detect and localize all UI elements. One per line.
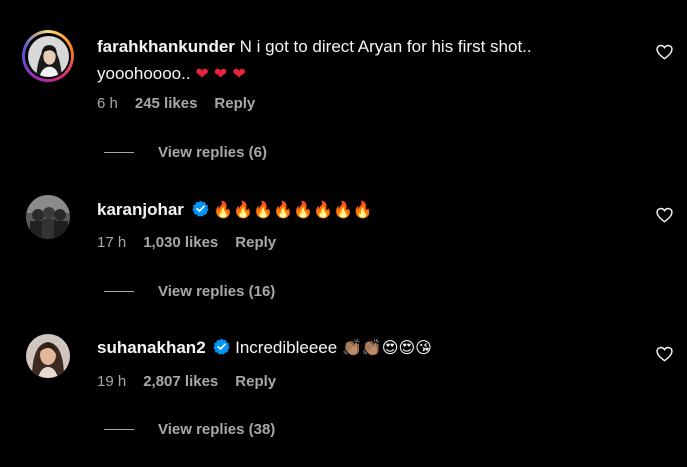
likes-count[interactable]: 245 likes <box>135 95 198 112</box>
verified-badge-icon <box>192 200 209 217</box>
avatar[interactable] <box>26 195 70 239</box>
username[interactable]: farahkhankunder <box>97 37 235 56</box>
likes-count[interactable]: 1,030 likes <box>143 234 218 251</box>
heart-outline-icon[interactable] <box>656 207 673 223</box>
username[interactable]: karanjohar <box>97 200 184 219</box>
reply-button[interactable]: Reply <box>235 234 276 251</box>
fire-emoji: 🔥🔥🔥🔥🔥🔥🔥🔥 <box>213 200 373 219</box>
replies-divider-line <box>104 152 134 153</box>
comment-meta: 17 h 1,030 likes Reply <box>97 234 276 251</box>
comment-body: Incredibleeee <box>235 338 338 357</box>
replies-divider-line <box>104 291 134 292</box>
replies-divider-line <box>104 429 134 430</box>
profile-photo-icon <box>26 195 70 239</box>
likes-count[interactable]: 2,807 likes <box>143 373 218 390</box>
reply-button[interactable]: Reply <box>214 95 255 112</box>
view-replies-label[interactable]: View replies (16) <box>158 283 275 300</box>
avatar[interactable] <box>22 30 74 82</box>
comment-text: suhanakhan2 Incredibleeee 👏🏽👏🏽😍😍😘 <box>97 334 627 361</box>
comment-meta: 6 h 245 likes Reply <box>97 95 255 112</box>
clap-heart-eyes-emoji: 👏🏽👏🏽😍😍😘 <box>341 338 432 357</box>
comment-time[interactable]: 6 h <box>97 95 118 112</box>
profile-photo-icon <box>27 35 69 77</box>
view-replies-button[interactable]: View replies (38) <box>104 421 275 438</box>
story-ring-gap <box>25 33 71 79</box>
heart-emoji: ❤ ❤ ❤ <box>195 64 246 83</box>
view-replies-label[interactable]: View replies (38) <box>158 421 275 438</box>
view-replies-button[interactable]: View replies (16) <box>104 283 275 300</box>
comment-text: farahkhankunder N i got to direct Aryan … <box>97 33 627 87</box>
view-replies-label[interactable]: View replies (6) <box>158 144 267 161</box>
username[interactable]: suhanakhan2 <box>97 338 206 357</box>
view-replies-button[interactable]: View replies (6) <box>104 144 267 161</box>
avatar[interactable] <box>26 334 70 378</box>
comment-time[interactable]: 19 h <box>97 373 126 390</box>
profile-photo-icon <box>26 334 70 378</box>
comment-meta: 19 h 2,807 likes Reply <box>97 373 276 390</box>
reply-button[interactable]: Reply <box>235 373 276 390</box>
comment-text: karanjohar 🔥🔥🔥🔥🔥🔥🔥🔥 <box>97 196 627 223</box>
comment-time[interactable]: 17 h <box>97 234 126 251</box>
heart-outline-icon[interactable] <box>656 346 673 362</box>
verified-badge-icon <box>213 338 231 355</box>
heart-outline-icon[interactable] <box>656 44 673 60</box>
